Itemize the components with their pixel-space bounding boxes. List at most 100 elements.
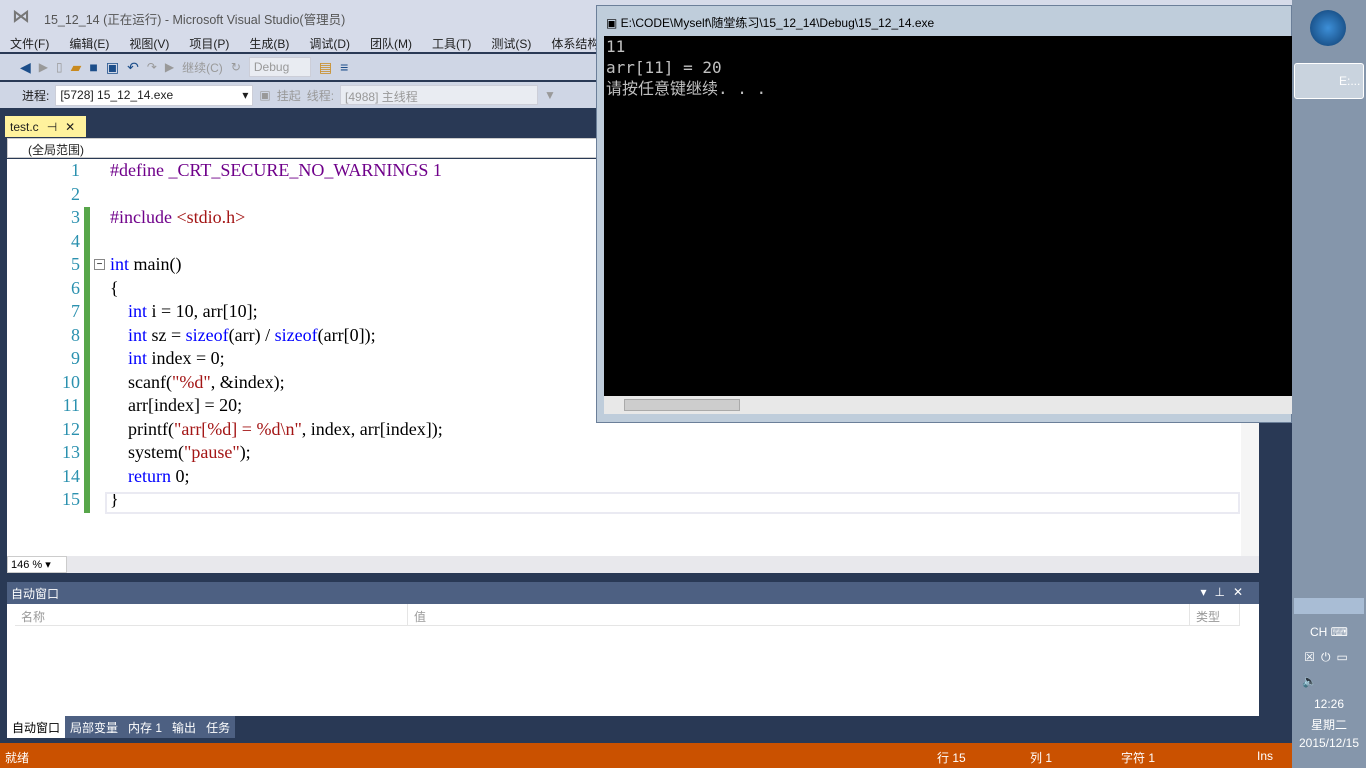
horizontal-scrollbar[interactable] [7, 556, 1259, 573]
console-title: ▣ E:\CODE\Myself\随堂练习\15_12_14\Debug\15_… [606, 14, 934, 31]
suspend-icon[interactable]: ▣ [259, 88, 270, 102]
code-token: scanf( [110, 371, 172, 392]
column-type[interactable]: 类型 [1190, 604, 1240, 626]
code-line[interactable]: scanf("%d", &index); [110, 372, 285, 393]
tab-tasks[interactable]: 任务 [201, 716, 236, 738]
language-indicator[interactable]: CH [1310, 625, 1327, 639]
find-icon[interactable]: ▤ [319, 59, 332, 76]
zoom-value: 146 % [11, 559, 43, 571]
line-number: 15 [62, 489, 80, 509]
tab-test-c[interactable]: test.c ⊣ ✕ [5, 116, 86, 137]
menu-view[interactable]: 视图(V) [119, 32, 179, 52]
clock-date[interactable]: 2015/12/15 [1292, 736, 1366, 750]
continue-button[interactable]: 继续(C) [182, 59, 223, 76]
tab-memory[interactable]: 内存 1 [123, 716, 168, 738]
volume-icon[interactable]: 🔈 [1292, 674, 1366, 688]
code-line[interactable]: int i = 10, arr[10]; [110, 301, 258, 322]
pin-icon[interactable]: ⊣ [47, 120, 57, 134]
thread-dropdown[interactable]: [4988] 主线程 [340, 85, 539, 105]
status-line: 行 15 [937, 751, 966, 765]
code-token: , &index); [210, 371, 285, 392]
menu-team[interactable]: 团队(M) [360, 32, 422, 52]
process-value: [5728] 15_12_14.exe [60, 87, 174, 102]
console-output: 11 arr[11] = 20 请按任意键继续. . . [604, 36, 1292, 396]
code-line[interactable]: printf("arr[%d] = %d\n", index, arr[inde… [110, 419, 443, 440]
line-number: 2 [71, 183, 80, 204]
code-token: (arr) / [228, 324, 275, 345]
suspend-button[interactable]: 挂起 [277, 87, 301, 104]
taskbar-item-console[interactable]: E:... [1294, 63, 1364, 99]
clock-weekday[interactable]: 星期二 [1292, 716, 1366, 733]
code-line[interactable]: int sz = sizeof(arr) / sizeof(arr[0]); [110, 325, 376, 346]
code-line[interactable]: return 0; [110, 466, 190, 487]
scroll-thumb[interactable] [624, 399, 740, 411]
code-line[interactable]: #define _CRT_SECURE_NO_WARNINGS 1 [110, 160, 442, 181]
line-number: 6 [71, 277, 80, 298]
line-number: 3 [71, 207, 80, 227]
autos-header: 自动窗口 ▾⊥✕ [7, 582, 1259, 604]
code-token: sz = [147, 324, 186, 345]
start-button-icon[interactable] [1310, 10, 1346, 46]
console-icon: ▣ [606, 16, 621, 30]
code-token: "%d" [171, 371, 211, 392]
config-dropdown[interactable]: Debug [248, 57, 311, 77]
code-token: system( [110, 442, 184, 462]
console-horizontal-scrollbar[interactable] [604, 396, 1292, 414]
filter-icon[interactable]: ▼ [544, 88, 556, 102]
process-label: 进程: [22, 88, 50, 103]
code-token: int [128, 348, 148, 368]
tab-locals[interactable]: 局部变量 [65, 716, 124, 738]
line-number: 7 [71, 301, 80, 321]
line-number: 13 [62, 442, 80, 462]
chevron-down-icon: ▾ [242, 87, 249, 102]
code-token: index = 0; [147, 348, 225, 368]
menu-tools[interactable]: 工具(T) [422, 32, 481, 52]
close-icon[interactable]: ✕ [65, 120, 75, 134]
zoom-dropdown[interactable]: 146 % ▾ [7, 556, 67, 573]
save-all-icon[interactable]: ▣ [106, 59, 119, 76]
clock-time[interactable]: 12:26 [1292, 697, 1366, 711]
code-line[interactable]: system("pause"); [110, 442, 251, 463]
code-token: #define _CRT_SECURE_NO_WARNINGS 1 [110, 160, 442, 180]
line-number: 4 [71, 230, 80, 251]
code-token: int [128, 324, 148, 345]
collapse-icon[interactable]: − [94, 259, 105, 270]
back-icon[interactable]: ◀ [20, 59, 31, 76]
autos-title: 自动窗口 [11, 587, 60, 601]
code-line[interactable]: int index = 0; [110, 348, 225, 369]
code-line[interactable]: #include <stdio.h> [110, 207, 245, 228]
tab-output[interactable]: 输出 [167, 716, 202, 738]
code-line[interactable]: arr[index] = 20; [110, 395, 242, 416]
indent-icon[interactable]: ≡ [340, 59, 348, 75]
column-value[interactable]: 值 [408, 604, 1190, 626]
line-number: 12 [62, 418, 80, 439]
save-icon[interactable]: ■ [89, 59, 97, 75]
menu-edit[interactable]: 编辑(E) [59, 32, 119, 52]
keyboard-icon[interactable]: ⌨ [1331, 625, 1348, 639]
undo-icon[interactable]: ↶ [127, 59, 139, 76]
code-line[interactable]: { [110, 278, 119, 299]
code-line[interactable]: int main() [110, 254, 182, 275]
open-file-icon[interactable]: ▰ [71, 59, 82, 76]
menu-project[interactable]: 项目(P) [179, 32, 239, 52]
forward-icon[interactable]: ▶ [39, 60, 48, 74]
tab-autos[interactable]: 自动窗口 [7, 716, 66, 738]
process-dropdown[interactable]: [5728] 15_12_14.exe ▾ [55, 84, 254, 106]
status-col: 列 1 [1030, 751, 1053, 765]
tab-label: test.c [10, 119, 39, 134]
menu-file[interactable]: 文件(F) [0, 32, 59, 52]
menu-build[interactable]: 生成(B) [239, 32, 299, 52]
current-line-highlight [105, 492, 1240, 514]
menu-debug[interactable]: 调试(D) [299, 32, 360, 52]
restart-icon[interactable]: ↻ [231, 60, 241, 74]
redo-icon[interactable]: ↷ [147, 60, 157, 74]
new-project-icon[interactable]: ▯ [56, 60, 63, 74]
tray-icons[interactable]: ☒⏻▭ [1292, 650, 1366, 665]
column-name[interactable]: 名称 [15, 604, 408, 626]
taskbar-scrollbar[interactable] [1294, 598, 1364, 614]
line-number: 9 [71, 348, 80, 368]
menu-test[interactable]: 测试(S) [481, 32, 541, 52]
continue-icon[interactable]: ▶ [165, 60, 174, 74]
panel-controls-icon[interactable]: ▾⊥✕ [1200, 585, 1251, 599]
